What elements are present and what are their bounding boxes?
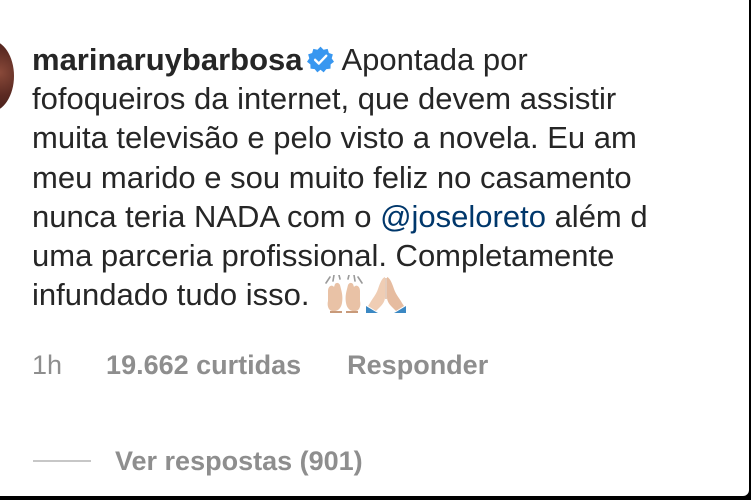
comment-text-fragment: além d xyxy=(545,198,648,234)
comment-text-line: muita televisão e pelo visto a novela. E… xyxy=(32,120,637,156)
likes-count-button[interactable]: 19.662 curtidas xyxy=(106,350,301,380)
comment-text-line: Apontada por xyxy=(341,42,528,77)
verified-badge-icon xyxy=(306,46,334,73)
reply-button[interactable]: Responder xyxy=(347,350,488,380)
comment-line-7: infundado tudo isso. xyxy=(32,275,749,314)
comment-text-line: nunca teria NADA com o xyxy=(32,198,381,234)
mention-link[interactable]: @joseloreto xyxy=(380,199,546,234)
comment-meta: 1h 19.662 curtidas Responder xyxy=(32,350,488,381)
view-replies-button[interactable]: Ver respostas (901) xyxy=(33,446,363,477)
replies-divider xyxy=(33,460,91,462)
raising-hands-emoji xyxy=(325,275,363,314)
comment-text-line: uma parceria profissional. Completamente xyxy=(32,237,615,273)
folded-hands-emoji xyxy=(366,277,407,314)
screen: marinaruybarbosa Apontada por fofoqueiro… xyxy=(0,0,751,500)
avatar[interactable] xyxy=(0,40,14,112)
comment-card: marinaruybarbosa Apontada por fofoqueiro… xyxy=(0,0,749,496)
username-link[interactable]: marinaruybarbosa xyxy=(32,42,303,77)
timestamp: 1h xyxy=(32,350,63,380)
comment-body: marinaruybarbosa Apontada por fofoqueiro… xyxy=(32,40,749,314)
comment-text-line: meu marido e sou muito feliz no casament… xyxy=(32,159,632,195)
comment-text-line: fofoqueiros da internet, que devem assis… xyxy=(32,81,617,117)
comment-line-1: marinaruybarbosa Apontada por xyxy=(32,40,749,79)
comment-text-line: infundado tudo isso. xyxy=(32,277,310,313)
comment-line-5: nunca teria NADA com o @joseloreto além … xyxy=(32,197,749,236)
view-replies-label: Ver respostas (901) xyxy=(115,446,363,476)
